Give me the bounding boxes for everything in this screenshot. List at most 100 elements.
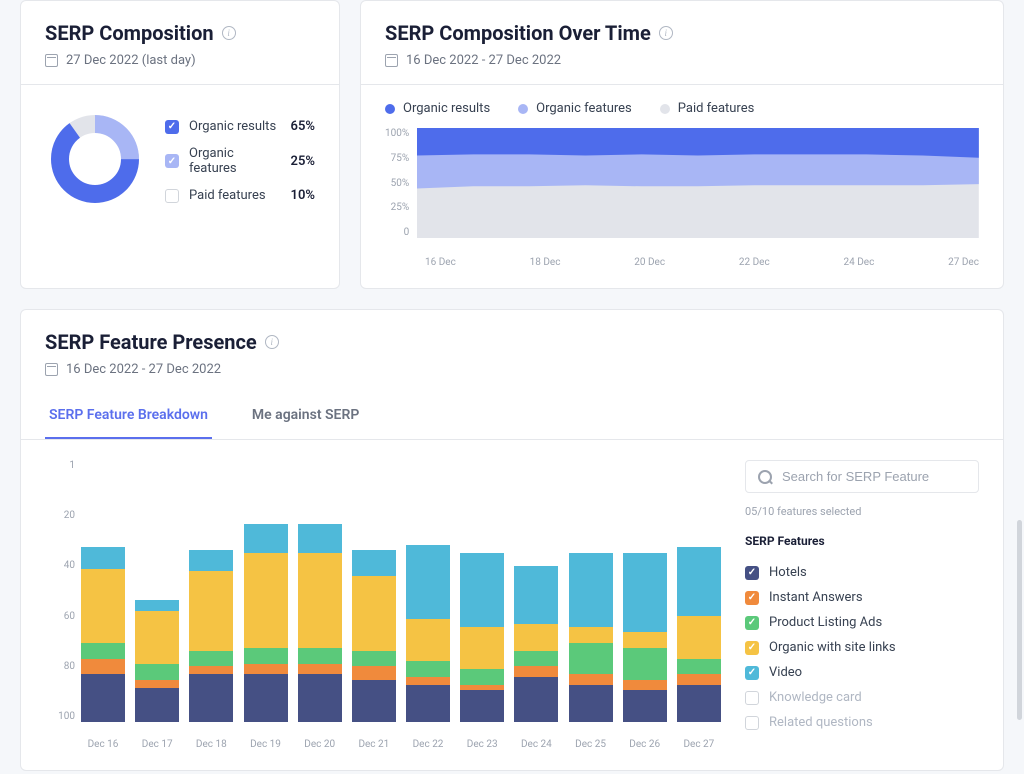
bar-segment: [135, 680, 179, 688]
info-icon[interactable]: i: [265, 335, 279, 349]
composition-legend-item[interactable]: Organic results 65%: [165, 113, 315, 140]
time-legend-item[interactable]: Organic results: [385, 101, 490, 116]
serp-over-time-title: SERP Composition Over Time: [385, 21, 651, 45]
feature-row[interactable]: Hotels: [745, 560, 979, 585]
time-legend-item[interactable]: Paid features: [660, 101, 755, 116]
feature-label: Related questions: [769, 715, 873, 730]
stacked-bar-chart: [81, 460, 721, 722]
checkbox-icon[interactable]: [745, 716, 759, 730]
scrollbar[interactable]: [1017, 520, 1022, 720]
feature-row[interactable]: Organic with site links: [745, 635, 979, 660]
checkbox-icon[interactable]: [745, 666, 759, 680]
bar-column[interactable]: [244, 524, 288, 722]
tab-feature-breakdown[interactable]: SERP Feature Breakdown: [45, 393, 212, 439]
bar-column[interactable]: [623, 553, 667, 722]
bar-segment: [677, 674, 721, 685]
serp-feature-presence-card: SERP Feature Presence i 16 Dec 2022 - 27…: [20, 309, 1004, 771]
bar-segment: [677, 547, 721, 616]
info-icon[interactable]: i: [222, 26, 236, 40]
feature-row[interactable]: Instant Answers: [745, 585, 979, 610]
checkbox-icon[interactable]: [745, 691, 759, 705]
y-tick: 20: [45, 510, 75, 521]
bar-column[interactable]: [406, 545, 450, 722]
y-tick: 25%: [385, 202, 409, 213]
calendar-icon: [45, 54, 58, 67]
bar-segment: [298, 674, 342, 722]
y-tick: 100%: [385, 128, 409, 139]
x-tick: Dec 24: [514, 739, 558, 750]
search-box[interactable]: [745, 460, 979, 493]
serp-over-time-card: SERP Composition Over Time i 16 Dec 2022…: [360, 0, 1004, 289]
calendar-icon: [385, 54, 398, 67]
legend-label: Organic features: [189, 146, 281, 176]
feature-row[interactable]: Product Listing Ads: [745, 610, 979, 635]
bar-segment: [569, 674, 613, 685]
feature-row[interactable]: Knowledge card: [745, 685, 979, 710]
tab-me-against-serp[interactable]: Me against SERP: [248, 393, 363, 439]
y-tick: 0: [385, 227, 409, 238]
bar-segment: [352, 680, 396, 722]
x-tick: 18 Dec: [530, 257, 561, 268]
bar-column[interactable]: [677, 547, 721, 722]
bar-segment: [514, 666, 558, 677]
x-tick: 16 Dec: [425, 257, 456, 268]
checkbox-icon[interactable]: [165, 189, 179, 203]
feature-row[interactable]: Related questions: [745, 710, 979, 735]
info-icon[interactable]: i: [659, 26, 673, 40]
bar-segment: [569, 553, 613, 627]
feature-label: Hotels: [769, 565, 807, 580]
bar-column[interactable]: [569, 553, 613, 722]
feature-label: Video: [769, 665, 802, 680]
bar-segment: [352, 666, 396, 679]
bar-segment: [189, 651, 233, 667]
checkbox-icon[interactable]: [165, 120, 179, 134]
bar-segment: [244, 524, 288, 553]
bar-segment: [189, 666, 233, 674]
search-input[interactable]: [782, 469, 966, 484]
legend-label: Organic results: [189, 119, 281, 134]
bar-segment: [569, 643, 613, 675]
y-tick: 75%: [385, 153, 409, 164]
x-tick: Dec 27: [677, 739, 721, 750]
bar-segment: [81, 569, 125, 643]
time-legend-item[interactable]: Organic features: [518, 101, 632, 116]
bar-segment: [406, 677, 450, 685]
feature-label: Knowledge card: [769, 690, 862, 705]
selected-count: 05/10 features selected: [745, 505, 979, 518]
bar-column[interactable]: [514, 566, 558, 722]
bar-segment: [189, 571, 233, 650]
serp-composition-card: SERP Composition i 27 Dec 2022 (last day…: [20, 0, 340, 289]
checkbox-icon[interactable]: [165, 154, 179, 168]
legend-label: Paid features: [678, 101, 755, 116]
bar-column[interactable]: [352, 550, 396, 722]
bar-column[interactable]: [81, 547, 125, 722]
checkbox-icon[interactable]: [745, 591, 759, 605]
bar-segment: [352, 576, 396, 650]
bar-segment: [460, 669, 504, 685]
bar-segment: [135, 664, 179, 680]
bar-segment: [244, 664, 288, 675]
y-tick: 80: [45, 661, 75, 672]
area-chart: [417, 128, 979, 238]
bar-segment: [514, 677, 558, 722]
bar-column[interactable]: [135, 600, 179, 722]
x-tick: Dec 19: [244, 739, 288, 750]
composition-legend-item[interactable]: Organic features25%: [165, 140, 315, 182]
checkbox-icon[interactable]: [745, 616, 759, 630]
bar-segment: [81, 659, 125, 675]
donut-chart: [45, 109, 145, 213]
checkbox-icon[interactable]: [745, 641, 759, 655]
legend-value: 65%: [291, 119, 315, 134]
bar-column[interactable]: [298, 524, 342, 722]
x-tick: 24 Dec: [844, 257, 875, 268]
bar-column[interactable]: [189, 550, 233, 722]
composition-legend-item[interactable]: Paid features10%: [165, 182, 315, 209]
features-title: SERP Features: [745, 534, 979, 548]
feature-row[interactable]: Video: [745, 660, 979, 685]
serp-composition-date: 27 Dec 2022 (last day): [66, 53, 196, 68]
bar-column[interactable]: [460, 553, 504, 722]
bar-segment: [460, 553, 504, 627]
x-tick: Dec 18: [189, 739, 233, 750]
checkbox-icon[interactable]: [745, 566, 759, 580]
legend-dot-icon: [518, 104, 528, 114]
